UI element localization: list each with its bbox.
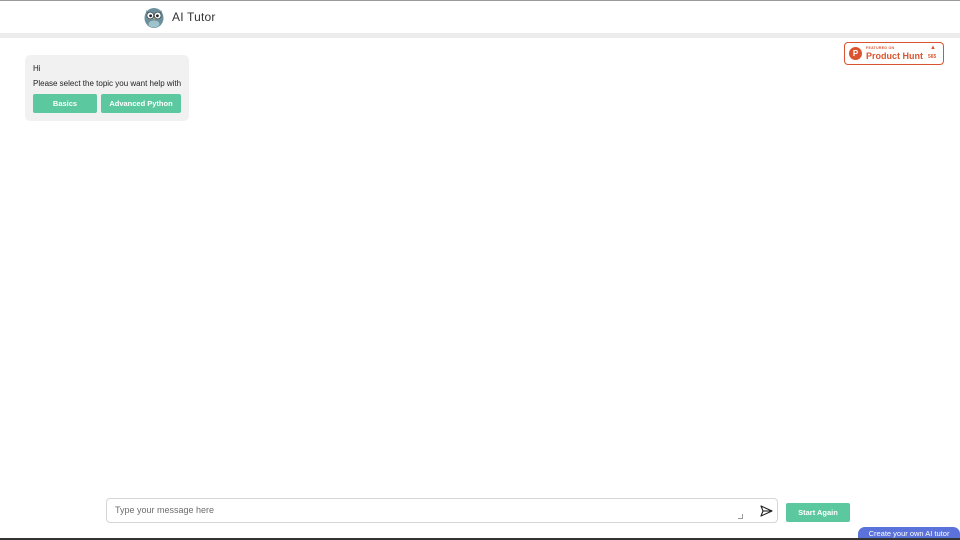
send-icon[interactable] — [760, 505, 773, 517]
message-input[interactable]: Type your message here — [106, 498, 778, 523]
message-placeholder: Type your message here — [115, 505, 215, 515]
owl-logo-icon — [144, 8, 164, 28]
header-divider — [0, 33, 960, 38]
topic-advanced-python-button[interactable]: Advanced Python — [101, 94, 181, 113]
bot-message-bubble: Hi Please select the topic you want help… — [25, 55, 189, 121]
start-again-button[interactable]: Start Again — [786, 503, 850, 522]
app-title: AI Tutor — [172, 10, 216, 24]
topic-prompt: Please select the topic you want help wi… — [33, 79, 182, 88]
ph-vote-count: 565 — [928, 54, 937, 60]
ph-featured-label: FEATURED ON — [866, 46, 895, 50]
topic-basics-button[interactable]: Basics — [33, 94, 97, 113]
product-hunt-badge[interactable]: P FEATURED ON Product Hunt ▲ 565 — [844, 42, 944, 65]
product-hunt-icon: P — [849, 47, 862, 60]
ph-name: Product Hunt — [866, 51, 923, 61]
upvote-arrow-icon: ▲ — [930, 45, 936, 51]
resize-handle-icon[interactable] — [738, 514, 743, 519]
greeting-text: Hi — [33, 64, 41, 73]
app-header: AI Tutor — [0, 1, 960, 34]
